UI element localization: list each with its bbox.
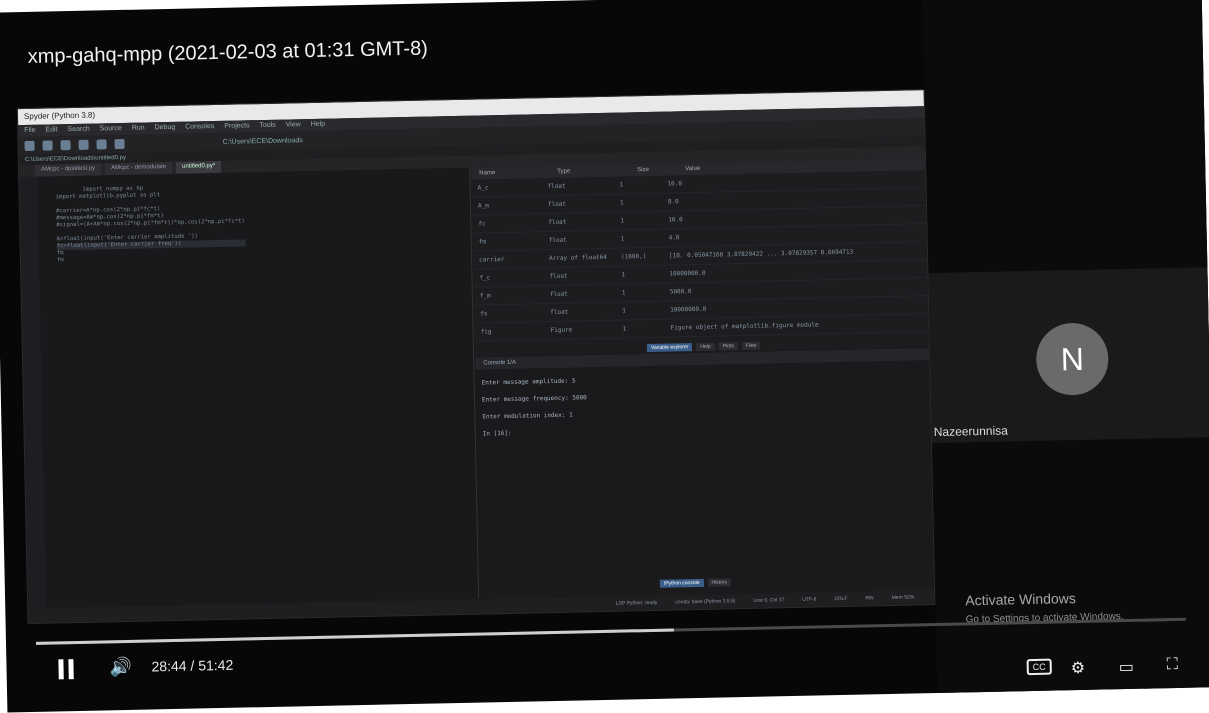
debug-icon[interactable] <box>114 139 124 149</box>
menu-help[interactable]: Help <box>311 121 326 128</box>
console-prompt[interactable]: In [16]: <box>477 421 931 438</box>
menu-consoles[interactable]: Consoles <box>185 123 214 131</box>
menu-search[interactable]: Search <box>67 126 89 133</box>
pane-tabs: Variable explorer Help Plots Files <box>647 342 761 352</box>
code-editor[interactable]: import numpy as np import matplotlib.pyp… <box>19 168 479 607</box>
var-name: fig <box>474 322 550 341</box>
console-tabs: IPython console History <box>660 578 731 587</box>
line-gutter <box>19 177 46 607</box>
status-cursor: Line 9, Col 37 <box>753 593 784 608</box>
var-name: f_c <box>473 268 549 287</box>
var-type: Array of float64 <box>549 249 621 268</box>
menu-projects[interactable]: Projects <box>224 122 249 130</box>
code-line: fm <box>57 257 64 263</box>
miniplayer-icon[interactable]: ▭ <box>1119 657 1135 677</box>
status-lsp: LSP Python: ready <box>616 596 658 611</box>
tab-untitled0[interactable]: untitled0.py* <box>176 161 221 174</box>
var-name: f_m <box>474 286 550 305</box>
var-name: fm <box>473 232 549 251</box>
pause-icon <box>68 659 73 679</box>
var-size: 1 <box>621 266 661 284</box>
participant-name: Nazeerunnisa <box>934 423 1008 439</box>
progress-fill <box>36 629 674 645</box>
var-size: 1 <box>621 230 661 248</box>
var-name: A_m <box>472 196 548 215</box>
save-all-icon[interactable] <box>78 140 88 150</box>
var-size: (1000,) <box>621 248 661 266</box>
new-file-icon[interactable] <box>24 141 34 151</box>
settings-gear-icon[interactable]: ⚙ <box>1071 658 1086 678</box>
var-type: float <box>548 195 620 214</box>
status-conda: conda: base (Python 3.8.5) <box>675 594 735 609</box>
header-size[interactable]: Size <box>629 163 677 176</box>
shared-screen: Spyder (Python 3.8) File Edit Search Sou… <box>17 89 936 624</box>
pause-icon <box>58 659 63 679</box>
menu-edit[interactable]: Edit <box>45 126 57 133</box>
activate-windows-title: Activate Windows <box>965 590 1076 608</box>
menu-debug[interactable]: Debug <box>155 124 176 131</box>
open-file-icon[interactable] <box>42 140 52 150</box>
menu-run[interactable]: Run <box>132 124 145 131</box>
var-type: float <box>550 285 622 304</box>
var-size: 1 <box>620 194 660 212</box>
tab-history[interactable]: History <box>707 578 731 586</box>
var-name: carrier <box>473 250 549 269</box>
pause-button[interactable] <box>58 659 74 679</box>
menu-tools[interactable]: Tools <box>259 122 275 129</box>
var-type: float <box>548 213 620 232</box>
menu-source[interactable]: Source <box>100 125 122 132</box>
run-icon[interactable] <box>96 139 106 149</box>
save-icon[interactable] <box>60 140 70 150</box>
var-type: float <box>550 303 622 322</box>
variable-explorer: Name Type Size Value A_cfloat110.0 A_mfl… <box>471 158 929 355</box>
menu-view[interactable]: View <box>286 121 301 128</box>
code-text[interactable]: import numpy as np import matplotlib.pyp… <box>55 176 245 271</box>
exit-fullscreen-icon[interactable]: ⛶ <box>1167 656 1179 674</box>
ipython-console[interactable]: Console 1/A Enter message amplitude: 5 E… <box>475 348 934 593</box>
var-type: float <box>547 177 619 196</box>
status-encoding: UTF-8 <box>802 593 816 607</box>
volume-icon[interactable]: 🔊 <box>109 657 132 678</box>
var-name: A_c <box>471 178 547 197</box>
console-line: Enter modulation index: 1 <box>476 404 930 421</box>
menu-file[interactable]: File <box>24 127 35 134</box>
var-size: 1 <box>622 302 662 320</box>
var-name: fc <box>472 214 548 233</box>
captions-button[interactable]: CC <box>1027 659 1052 676</box>
var-size: 1 <box>619 176 659 194</box>
status-eol: CRLF <box>834 592 847 606</box>
var-type: Figure <box>550 321 622 340</box>
var-type: float <box>549 267 621 286</box>
status-mem: Mem 52% <box>892 590 915 604</box>
status-rw: RW <box>865 591 874 605</box>
console-line: Enter message amplitude: 5 <box>476 370 930 387</box>
code-line: fm <box>57 250 64 256</box>
var-size: 1 <box>622 284 662 302</box>
console-line: Enter message frequency: 5000 <box>476 387 930 404</box>
var-type: float <box>549 231 621 250</box>
var-size: 1 <box>620 212 660 230</box>
tab-ipython-console[interactable]: IPython console <box>660 579 704 588</box>
time-display: 28:44 / 51:42 <box>151 657 233 675</box>
tab-files[interactable]: Files <box>742 342 761 350</box>
var-size: 1 <box>622 320 662 338</box>
code-line: import matplotlib.pyplot as plt <box>56 192 161 200</box>
working-directory-path[interactable]: C:\Users\ECE\Downloads <box>222 137 302 146</box>
tab-variable-explorer[interactable]: Variable explorer <box>647 343 693 352</box>
tab-plots[interactable]: Plots <box>719 342 738 350</box>
var-name: fs <box>474 304 550 323</box>
video-player: xmp-gahq-mpp (2021-02-03 at 01:31 GMT-8)… <box>0 0 1209 712</box>
video-title: xmp-gahq-mpp (2021-02-03 at 01:31 GMT-8) <box>28 38 429 69</box>
tab-help[interactable]: Help <box>696 343 714 351</box>
